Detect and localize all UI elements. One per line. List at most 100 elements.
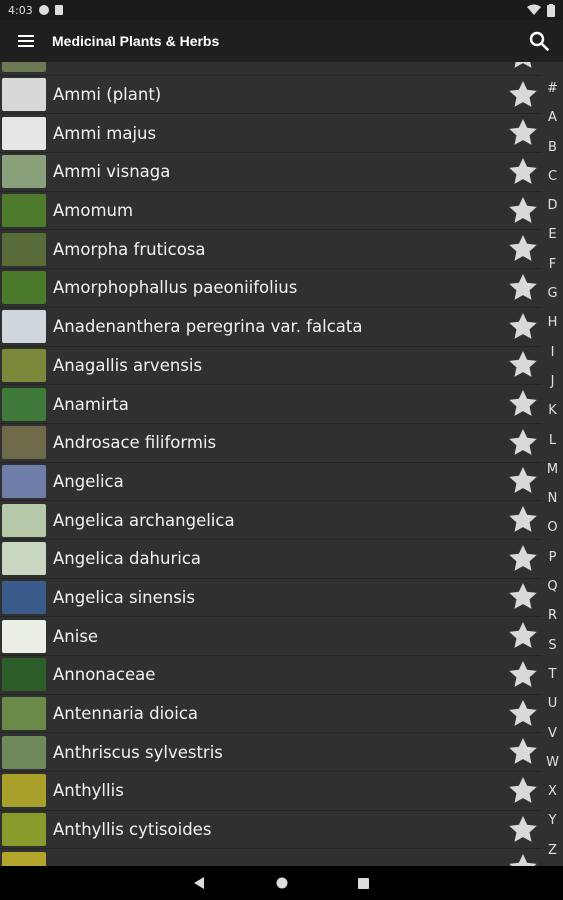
list-item[interactable]: Annonaceae bbox=[0, 656, 542, 695]
favorite-star-icon[interactable] bbox=[506, 155, 540, 189]
search-button[interactable] bbox=[515, 20, 563, 62]
favorite-star-icon[interactable] bbox=[506, 813, 540, 847]
list-item[interactable]: Antennaria dioica bbox=[0, 695, 542, 734]
favorite-star-icon[interactable] bbox=[506, 464, 540, 498]
index-letter[interactable]: X bbox=[548, 777, 557, 806]
favorite-star-icon[interactable] bbox=[506, 503, 540, 537]
list-item[interactable]: Amorphophallus paeoniifolius bbox=[0, 269, 542, 308]
plant-name: Annonaceae bbox=[53, 665, 156, 685]
plant-name: Ammi (plant) bbox=[53, 85, 162, 105]
app-toolbar: Medicinal Plants & Herbs bbox=[0, 20, 563, 62]
list-item[interactable]: Anthyllis cytisoides bbox=[0, 811, 542, 850]
plant-list[interactable]: Ammi (plant) Ammi majus Ammi visnaga Amomum… bbox=[0, 62, 542, 866]
index-letter[interactable]: D bbox=[547, 191, 557, 220]
index-letter[interactable]: T bbox=[549, 660, 557, 689]
favorite-star-icon[interactable] bbox=[506, 426, 540, 460]
favorite-star-icon[interactable] bbox=[506, 735, 540, 769]
index-letter[interactable]: Z bbox=[548, 836, 557, 865]
list-item[interactable]: Androsace filiformis bbox=[0, 424, 542, 463]
favorite-star-icon[interactable] bbox=[506, 116, 540, 150]
index-letter[interactable]: E bbox=[548, 220, 556, 249]
partial-row-top[interactable] bbox=[0, 62, 542, 76]
plant-thumbnail bbox=[2, 116, 46, 150]
index-letter[interactable]: U bbox=[548, 689, 558, 718]
list-item[interactable]: Anthriscus sylvestris bbox=[0, 733, 542, 773]
index-letter[interactable]: O bbox=[547, 513, 557, 542]
index-letter[interactable]: W bbox=[546, 748, 559, 777]
list-item[interactable]: Ammi (plant) bbox=[0, 76, 542, 115]
list-item[interactable]: Amorpha fruticosa bbox=[0, 230, 542, 270]
list-item[interactable]: Angelica sinensis bbox=[0, 579, 542, 618]
page-title: Medicinal Plants & Herbs bbox=[52, 33, 220, 49]
back-icon[interactable] bbox=[194, 877, 206, 889]
list-item[interactable]: Amomum bbox=[0, 192, 542, 231]
favorite-star-icon[interactable] bbox=[506, 542, 540, 576]
list-item[interactable]: Anamirta bbox=[0, 385, 542, 424]
list-item[interactable]: Anthyllis bbox=[0, 772, 542, 811]
index-letter[interactable]: F bbox=[549, 250, 556, 279]
home-icon[interactable] bbox=[276, 877, 288, 889]
recents-icon[interactable] bbox=[358, 877, 369, 889]
index-letter[interactable]: Y bbox=[549, 806, 557, 835]
index-letter[interactable]: K bbox=[548, 396, 557, 425]
index-letter[interactable]: I bbox=[551, 338, 555, 367]
index-letter[interactable]: B bbox=[548, 133, 557, 162]
list-item[interactable]: Ammi visnaga bbox=[0, 153, 542, 192]
plant-name: Amorphophallus paeoniifolius bbox=[53, 278, 298, 298]
index-letter[interactable]: # bbox=[547, 74, 558, 103]
favorite-star-icon[interactable] bbox=[506, 697, 540, 731]
alphabet-index[interactable]: # A B C D E F G H I J K L M N O P Q R S T U V W X Y Z bbox=[542, 62, 563, 866]
list-item[interactable]: Anise bbox=[0, 617, 542, 656]
list-item[interactable]: Anagallis arvensis bbox=[0, 347, 542, 386]
favorite-star-icon[interactable] bbox=[506, 78, 540, 112]
partial-row-bottom[interactable] bbox=[0, 849, 542, 866]
plant-name: Angelica sinensis bbox=[53, 587, 195, 607]
favorite-star-icon[interactable] bbox=[506, 62, 540, 73]
plant-thumbnail bbox=[2, 310, 46, 344]
status-time: 4:03 bbox=[8, 3, 33, 17]
battery-icon bbox=[547, 3, 555, 17]
plant-name: Angelica archangelica bbox=[53, 510, 235, 530]
list-item[interactable]: Ammi majus bbox=[0, 114, 542, 154]
favorite-star-icon[interactable] bbox=[506, 658, 540, 692]
index-letter[interactable]: P bbox=[549, 543, 557, 572]
favorite-star-icon[interactable] bbox=[506, 387, 540, 421]
index-letter[interactable]: M bbox=[547, 455, 558, 484]
list-item[interactable]: Anadenanthera peregrina var. falcata bbox=[0, 308, 542, 347]
plant-thumbnail bbox=[2, 503, 46, 537]
index-letter[interactable]: Q bbox=[547, 572, 557, 601]
list-item[interactable]: Angelica bbox=[0, 463, 542, 502]
list-item[interactable]: Angelica archangelica bbox=[0, 501, 542, 540]
index-letter[interactable]: A bbox=[548, 103, 557, 132]
plant-thumbnail bbox=[2, 155, 46, 189]
menu-button[interactable] bbox=[0, 20, 52, 62]
index-letter[interactable]: J bbox=[551, 367, 555, 396]
plant-thumbnail bbox=[2, 735, 46, 769]
plant-list-rows: Ammi (plant) Ammi majus Ammi visnaga Amomum… bbox=[0, 62, 542, 866]
favorite-star-icon[interactable] bbox=[506, 232, 540, 266]
favorite-star-icon[interactable] bbox=[506, 348, 540, 382]
favorite-star-icon[interactable] bbox=[506, 774, 540, 808]
plant-thumbnail bbox=[2, 62, 46, 73]
index-letter[interactable]: R bbox=[548, 601, 557, 630]
favorite-star-icon[interactable] bbox=[506, 580, 540, 614]
plant-name: Anagallis arvensis bbox=[53, 355, 203, 375]
favorite-star-icon[interactable] bbox=[506, 619, 540, 653]
favorite-star-icon[interactable] bbox=[506, 271, 540, 305]
favorite-star-icon[interactable] bbox=[506, 851, 540, 866]
favorite-star-icon[interactable] bbox=[506, 310, 540, 344]
index-letter[interactable]: G bbox=[547, 279, 557, 308]
list-item[interactable]: Angelica dahurica bbox=[0, 540, 542, 579]
index-letter[interactable]: C bbox=[548, 162, 557, 191]
index-letter[interactable]: N bbox=[548, 484, 558, 513]
index-letter[interactable]: H bbox=[548, 308, 558, 337]
index-letter[interactable]: L bbox=[549, 426, 556, 455]
favorite-star-icon[interactable] bbox=[506, 194, 540, 228]
plant-name: Ammi visnaga bbox=[53, 162, 171, 182]
plant-name: Anamirta bbox=[53, 394, 129, 414]
plant-thumbnail bbox=[2, 580, 46, 614]
status-bar: 4:03 bbox=[0, 0, 563, 20]
index-letter[interactable]: V bbox=[548, 719, 557, 748]
hamburger-menu-icon bbox=[18, 35, 34, 47]
index-letter[interactable]: S bbox=[548, 631, 556, 660]
